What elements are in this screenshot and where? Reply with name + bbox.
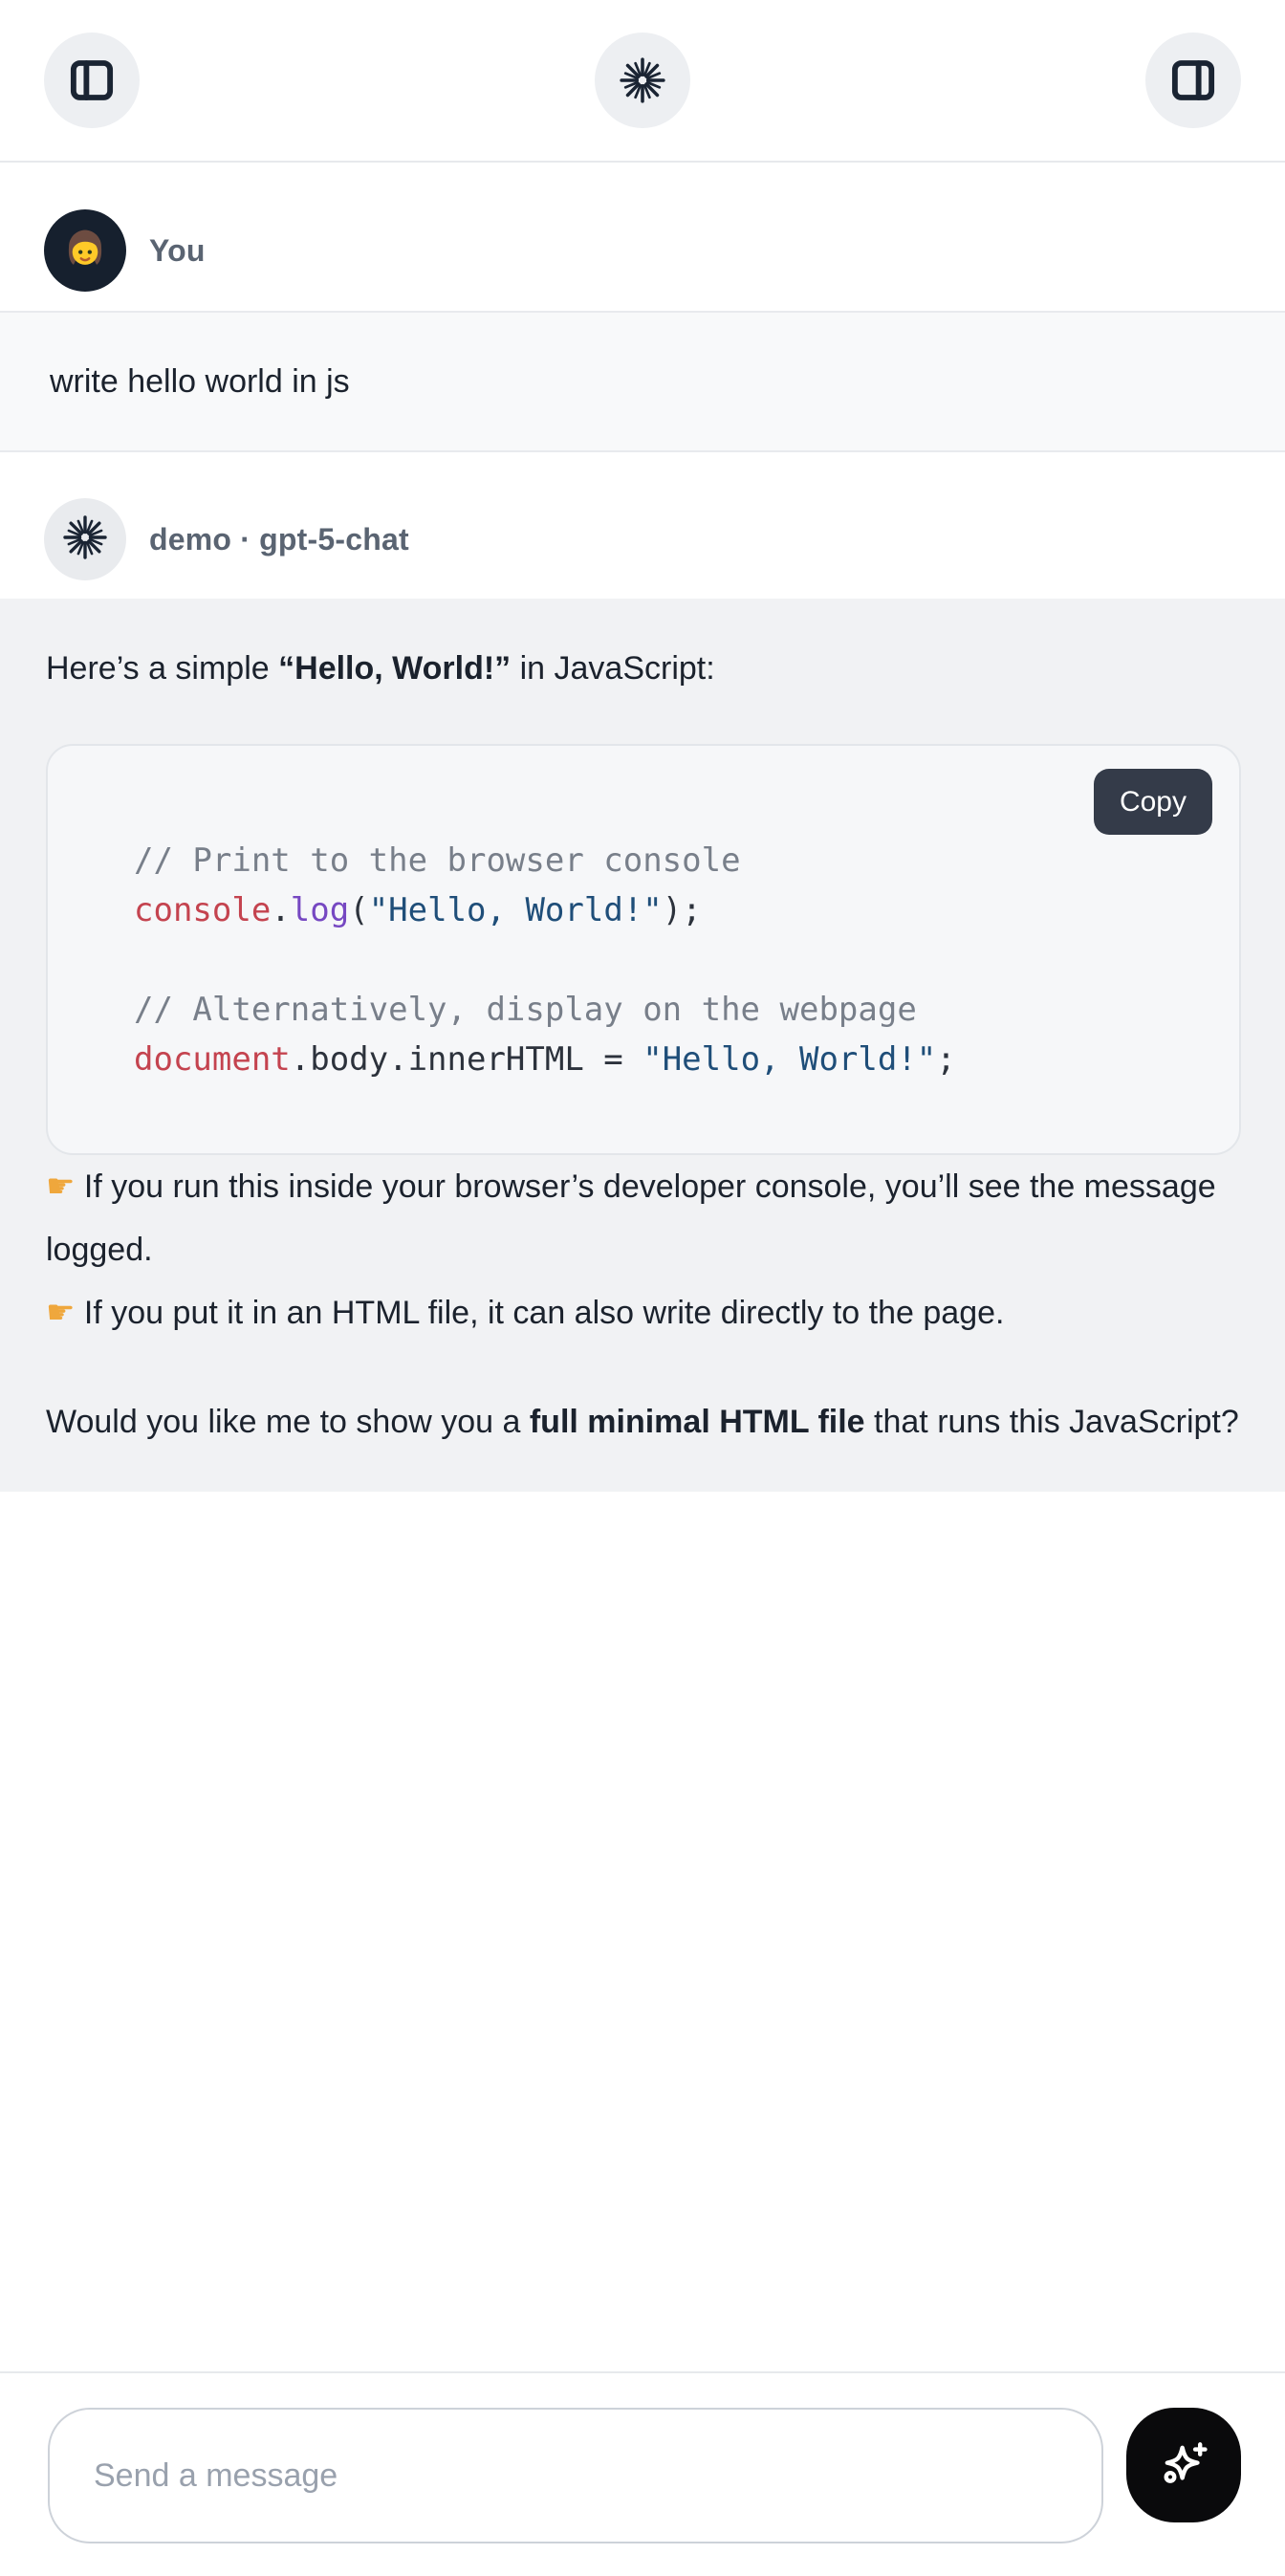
assistant-message: Here’s a simple “Hello, World!” in JavaS… (0, 599, 1285, 1492)
code-token-comment: // Alternatively, display on the webpage (134, 991, 917, 1029)
assistant-avatar (44, 498, 126, 580)
panel-left-icon (66, 55, 118, 106)
code-token-comment: // Print to the browser console (134, 841, 741, 880)
text: that runs this JavaScript? (865, 1404, 1239, 1440)
user-message-text: write hello world in js (50, 363, 350, 400)
text: If you put it in an HTML file, it can al… (75, 1295, 1004, 1331)
toggle-right-panel-button[interactable] (1145, 33, 1241, 128)
text: Would you like me to show you a (46, 1404, 530, 1440)
code-line: // Print to the browser console (134, 836, 1201, 885)
assistant-speaker-label: demo · gpt-5-chat (149, 522, 409, 557)
model-menu-button[interactable] (595, 33, 690, 128)
code-line: document.body.innerHTML = "Hello, World!… (134, 1035, 1201, 1084)
code-token-plain: . (271, 891, 290, 929)
assistant-paragraph: ☛ If you run this inside your browser’s … (46, 1155, 1241, 1344)
text: If you run this inside your browser’s de… (46, 1168, 1216, 1268)
code-token-string: "Hello, World!" (642, 1040, 936, 1079)
starburst-icon (619, 56, 666, 104)
bold-text: “Hello, World!” (278, 650, 511, 687)
code-content: // Print to the browser console console.l… (134, 836, 1201, 1084)
code-line (134, 935, 1201, 985)
message-input[interactable] (48, 2408, 1103, 2543)
composer-bar (0, 2371, 1285, 2576)
sparkle-icon (1152, 2433, 1215, 2499)
user-avatar (44, 209, 126, 292)
assistant-intro-paragraph: Here’s a simple “Hello, World!” in JavaS… (46, 637, 1241, 700)
top-bar (0, 0, 1285, 163)
code-token-plain: ; (936, 1040, 955, 1079)
code-token-plain: ); (663, 891, 702, 929)
code-block: Copy // Print to the browser console cons… (46, 744, 1241, 1155)
code-token-keyword: document (134, 1040, 291, 1079)
chat-app: You write hello world in js demo · gpt-5… (0, 0, 1285, 2576)
user-speaker-label: You (149, 233, 206, 269)
bold-text: full minimal HTML file (530, 1404, 865, 1440)
copy-code-button[interactable]: Copy (1094, 769, 1212, 835)
code-line: console.log("Hello, World!"); (134, 885, 1201, 935)
assistant-paragraph: Would you like me to show you a full min… (46, 1390, 1241, 1453)
user-message: write hello world in js (0, 311, 1285, 452)
conversation: You write hello world in js demo · gpt-5… (0, 163, 1285, 2371)
assistant-turn-header: demo · gpt-5-chat (0, 498, 1285, 580)
code-token-plain: .body.innerHTML = (291, 1040, 642, 1079)
code-token-plain: ( (349, 891, 368, 929)
pointing-hand-emoji: ☛ (46, 1294, 75, 1332)
code-token-keyword: console (134, 891, 271, 929)
toggle-left-sidebar-button[interactable] (44, 33, 140, 128)
panel-right-icon (1167, 55, 1219, 106)
text: Here’s a simple (46, 650, 278, 687)
assistant-paragraphs: ☛ If you run this inside your browser’s … (46, 1155, 1241, 1453)
text: in JavaScript: (511, 650, 715, 687)
person-emoji-icon (57, 221, 113, 281)
code-line: // Alternatively, display on the webpage (134, 985, 1201, 1035)
send-button[interactable] (1126, 2408, 1241, 2522)
starburst-icon (62, 514, 108, 565)
pointing-hand-emoji: ☛ (46, 1168, 75, 1206)
code-token-string: "Hello, World!" (369, 891, 663, 929)
code-token-function: log (291, 891, 349, 929)
user-turn-header: You (0, 209, 1285, 292)
